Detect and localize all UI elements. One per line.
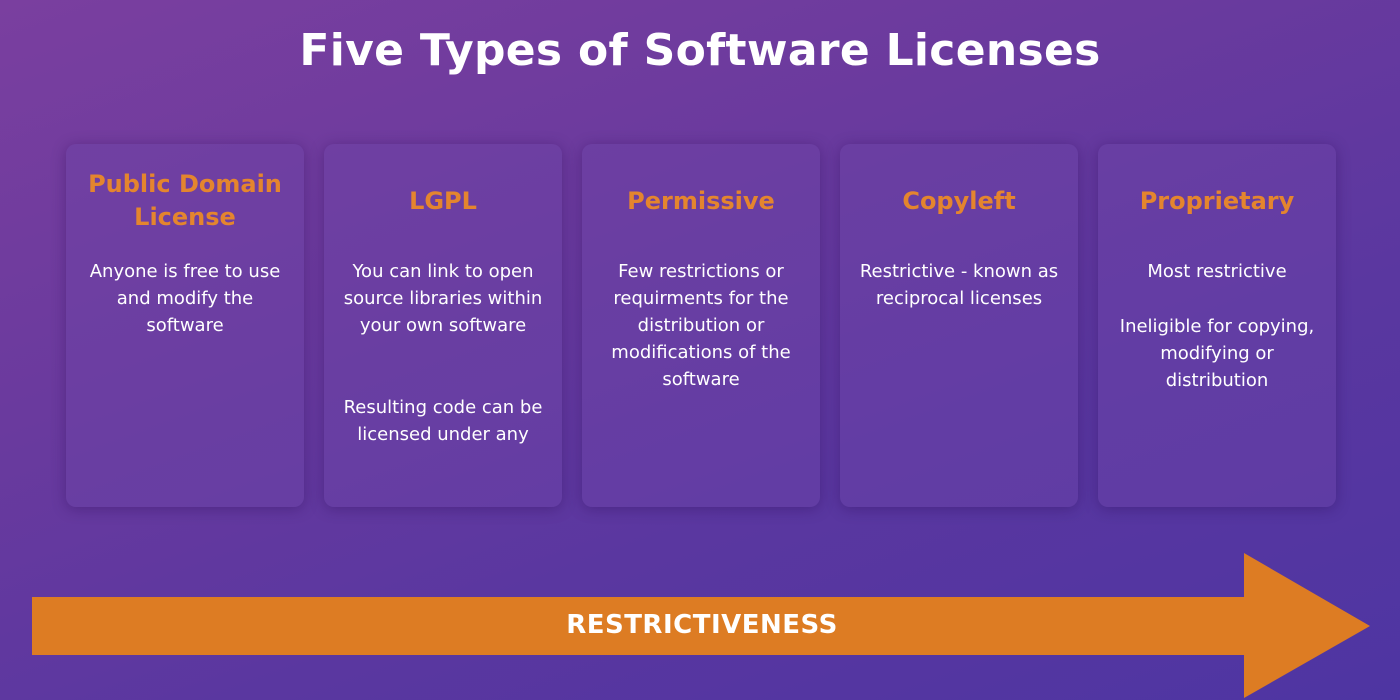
card-heading: LGPL [336,144,550,258]
license-cards: Public Domain License Anyone is free to … [66,144,1336,507]
card-heading-line: License [134,203,236,231]
card-heading-line: LGPL [409,186,477,215]
card-description: Ineligible for copying, modifying or dis… [1119,316,1315,391]
card-permissive: Permissive Few restrictions or requirmen… [582,144,820,507]
card-description: Restrictive - known as reciprocal licens… [859,261,1059,309]
card-heading-line: Public Domain [88,170,282,198]
card-copyleft: Copyleft Restrictive - known as reciproc… [840,144,1078,507]
card-heading-line: Permissive [627,186,775,215]
card-heading: Public Domain License [78,144,292,258]
card-description: Few restrictions or requirments for the … [611,261,791,390]
card-heading: Copyleft [852,144,1066,258]
card-description: You can link to open source libraries wi… [343,261,543,336]
card-heading: Proprietary [1110,144,1324,258]
arrow-label: RESTRICTIVENESS [566,610,838,640]
card-heading-line: Proprietary [1139,186,1295,215]
card-lgpl: LGPL You can link to open source librari… [324,144,562,507]
card-description: Most restrictive [1147,261,1287,282]
card-description: Resulting code can be licensed under any [343,397,543,445]
page-title: Five Types of Software Licenses [299,25,1101,76]
card-proprietary: Proprietary Most restrictive Ineligible … [1098,144,1336,507]
card-heading: Permissive [594,144,808,258]
restrictiveness-arrow: RESTRICTIVENESS [32,553,1372,700]
card-heading-line: Copyleft [902,186,1016,215]
card-description: Anyone is free to use and modify the sof… [89,261,281,336]
card-public-domain: Public Domain License Anyone is free to … [66,144,304,507]
